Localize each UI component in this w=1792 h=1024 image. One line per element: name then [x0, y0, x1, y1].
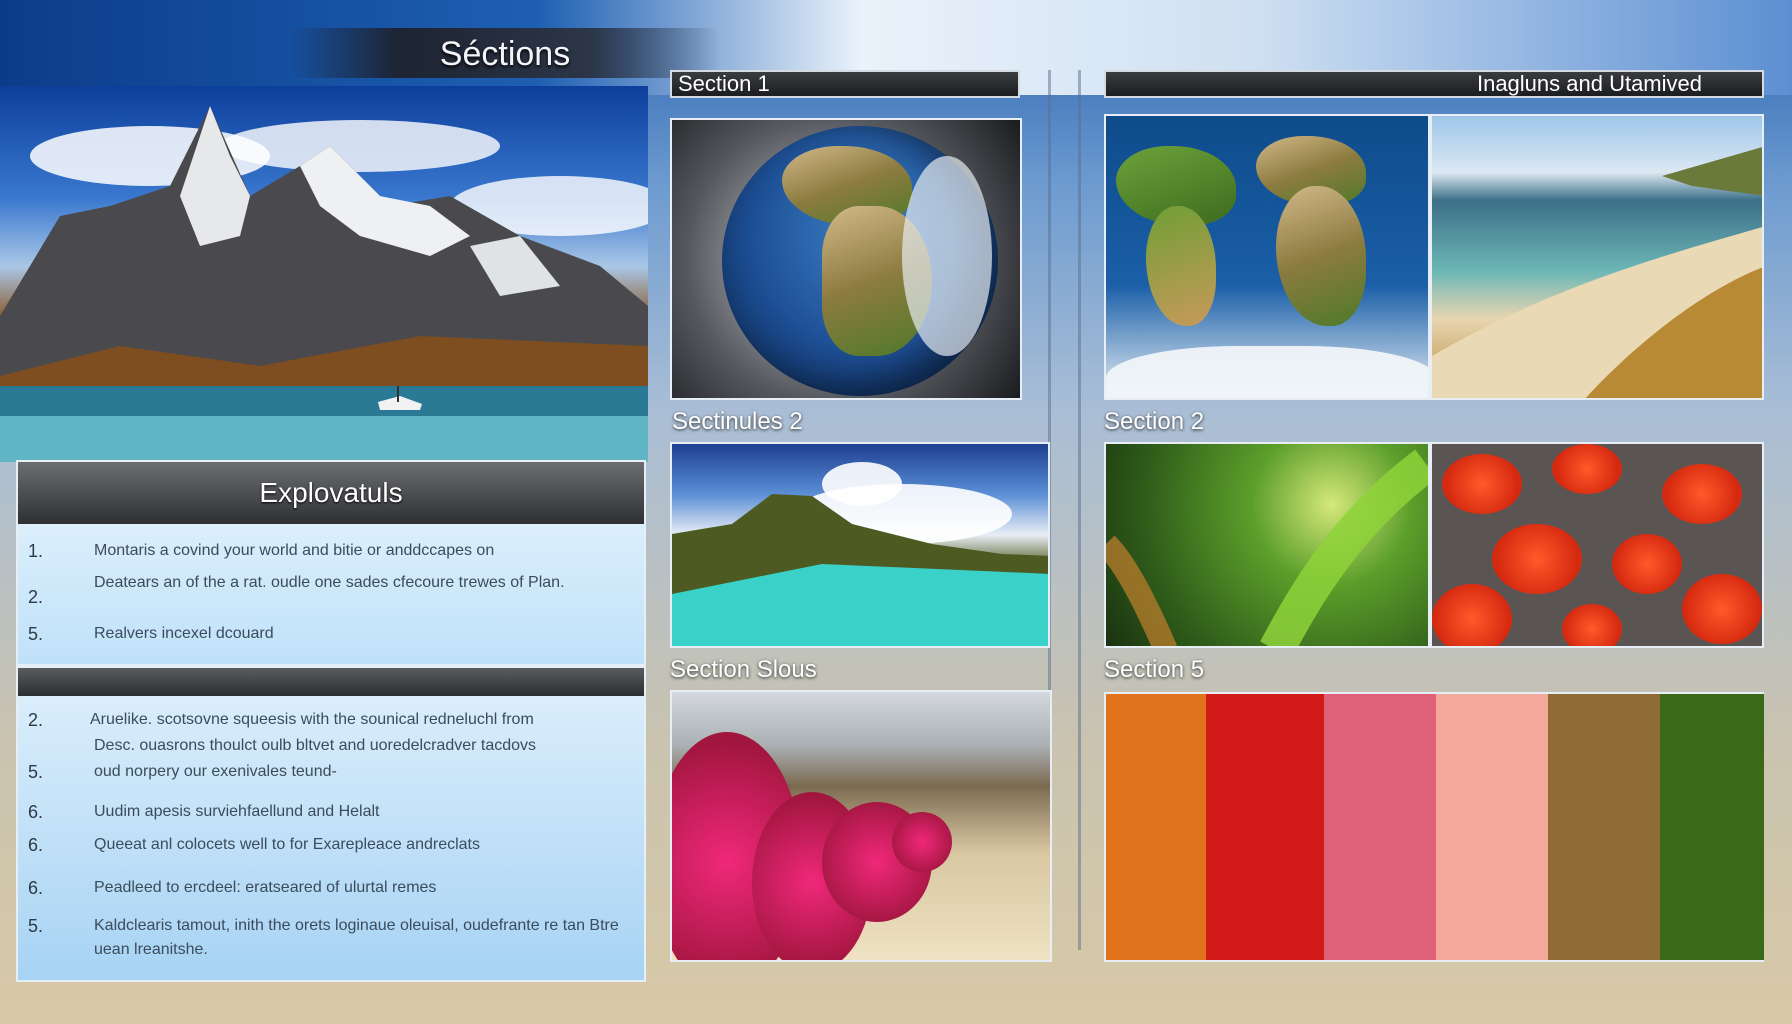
- hero-mountain-image[interactable]: [0, 86, 648, 462]
- notes-panel-header: [18, 668, 644, 696]
- list-number: 5.: [28, 762, 44, 782]
- swatch-red[interactable]: [1206, 694, 1324, 960]
- globe-image[interactable]: [670, 118, 1022, 400]
- column-divider: [1078, 70, 1081, 950]
- section-2-left-label: Sectinules 2: [672, 408, 803, 435]
- list-number: 2.: [28, 710, 44, 730]
- lake-image[interactable]: [670, 442, 1050, 648]
- swatch-green[interactable]: [1660, 694, 1764, 960]
- cloud: [902, 156, 992, 356]
- land-mass: [1146, 206, 1216, 326]
- swatch-brown[interactable]: [1548, 694, 1660, 960]
- section-1-header: Section 1: [670, 70, 1020, 98]
- explore-panel-title: Explovatuls: [18, 462, 644, 524]
- swatch-pink[interactable]: [1324, 694, 1436, 960]
- swatch-peach[interactable]: [1436, 694, 1548, 960]
- list-text: Montaris a covind your world and bitie o…: [94, 542, 495, 559]
- flower-cluster: [1492, 524, 1582, 594]
- list-number: 1.: [28, 541, 44, 561]
- flower-cluster: [1682, 574, 1762, 644]
- list-number: 6.: [28, 878, 44, 898]
- swatch-orange[interactable]: [1106, 694, 1206, 960]
- flower-cluster: [1442, 454, 1522, 514]
- right-section-header: Inagluns and Utamived: [1104, 70, 1764, 98]
- list-number: 2.: [28, 587, 44, 607]
- beach-image[interactable]: [1430, 114, 1764, 400]
- flower-cluster: [1612, 534, 1682, 594]
- heather-bush: [892, 812, 952, 872]
- color-swatches[interactable]: [1104, 692, 1764, 962]
- page-title: Séctions: [439, 35, 571, 73]
- globe-shape: [722, 126, 998, 396]
- list-number: 6.: [28, 835, 44, 855]
- list-text: Queeat anl colocets well to for Exareple…: [94, 836, 480, 853]
- list-number: 5.: [28, 624, 44, 644]
- flower-cluster: [1552, 444, 1622, 494]
- list-number: 6.: [28, 802, 44, 822]
- red-flowers-image[interactable]: [1430, 442, 1764, 648]
- list-text: Desc. ouasrons thoulct oulb bltvet and u…: [94, 737, 537, 754]
- heather-coast-image[interactable]: [670, 690, 1052, 962]
- list-number: 5.: [28, 916, 44, 936]
- flower-cluster: [1432, 584, 1512, 646]
- ice-shelf: [1106, 346, 1428, 398]
- list-text: Peadleed to ercdeel: eratseared of ulurt…: [94, 879, 437, 896]
- list-text: Uudim apesis surviehfaellund and Helalt: [94, 803, 380, 820]
- list-text: Realvers incexel dcouard: [94, 625, 274, 642]
- list-text: Kaldclearis tamout, inith the orets logi…: [94, 917, 619, 958]
- land-mass: [1276, 186, 1366, 326]
- list-text: oud norpery our exenivales teund-: [94, 763, 337, 780]
- flower-cluster: [1662, 464, 1742, 524]
- list-text: Aruelike. scotsovne squeesis with the so…: [90, 711, 534, 728]
- list-text: Deatears an of the a rat. oudle one sade…: [94, 574, 565, 591]
- flower-cluster: [1562, 604, 1622, 646]
- world-map-image[interactable]: [1104, 114, 1430, 400]
- section-2-right-label: Section 2: [1104, 408, 1205, 435]
- jungle-image[interactable]: [1104, 442, 1430, 648]
- section-5-label: Section 5: [1104, 656, 1205, 683]
- section-slous-label: Section Slous: [670, 656, 817, 683]
